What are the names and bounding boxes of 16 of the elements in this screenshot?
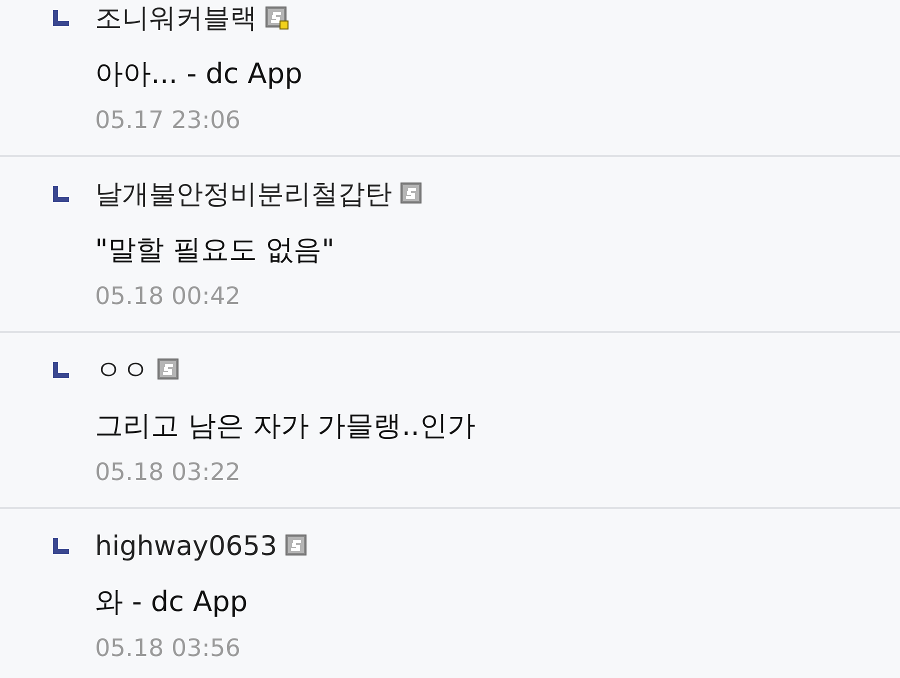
author-name[interactable]: 날개불안정비분리철갑탄	[95, 176, 392, 212]
reply-arrow-icon	[52, 9, 70, 27]
comment-text: 와 - dc App	[95, 584, 249, 620]
reply-arrow-icon	[52, 361, 70, 379]
reply-arrow-icon	[52, 185, 70, 203]
comment-time: 05.17 23:06	[95, 105, 242, 136]
author-name[interactable]: 조니워커블랙	[95, 0, 257, 36]
comment-time: 05.18 03:22	[95, 457, 242, 488]
comment-time: 05.18 00:42	[95, 281, 242, 312]
comment-text: 아아... - dc App	[95, 56, 304, 92]
comment-time: 05.18 03:56	[95, 633, 242, 664]
reply-arrow-icon	[52, 537, 70, 555]
comment-text: 그리고 남은 자가 가믈랭..인가	[95, 408, 477, 444]
author-name[interactable]: highway0653	[95, 530, 278, 562]
comment-text: "말할 필요도 없음"	[95, 232, 336, 268]
author-name[interactable]: ㅇㅇ	[95, 352, 149, 388]
